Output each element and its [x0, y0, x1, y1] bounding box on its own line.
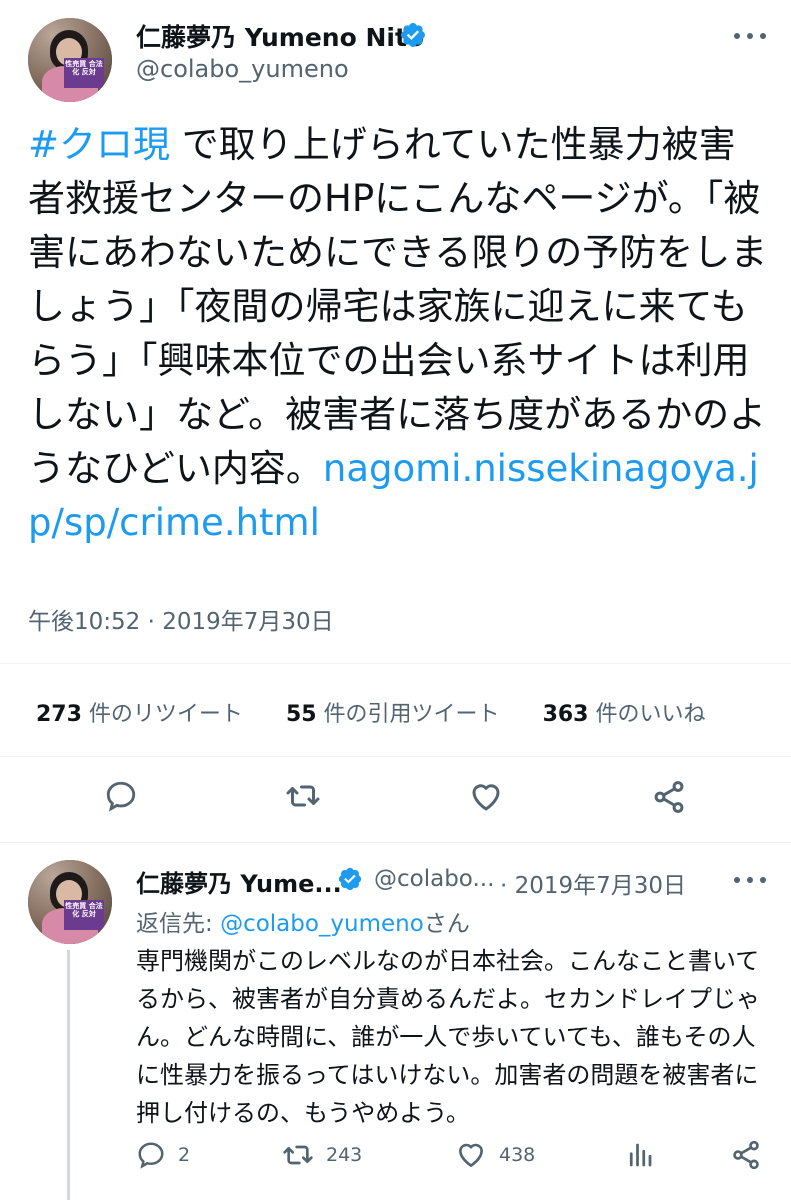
reply-date[interactable]: · 2019年7月30日 — [500, 866, 686, 900]
divider — [0, 756, 791, 757]
retweets-stat[interactable]: 273 件のリツイート — [36, 696, 243, 728]
tweet-body: で取り上げられていた性暴力被害者救援センターのHPにこんなページが。「被害にあわ… — [28, 123, 768, 490]
avatar-sign: 性売買 合法化 反対 — [64, 900, 104, 930]
like-count: 438 — [499, 1144, 536, 1166]
author-handle[interactable]: @colabo_yumeno — [136, 55, 349, 83]
more-icon[interactable] — [730, 24, 770, 48]
reply-to-line: 返信先: @colabo_yumenoさん — [136, 911, 470, 937]
avatar-sign: 性売買 合法化 反対 — [64, 58, 104, 88]
mention-link[interactable]: @colabo_yumeno — [220, 911, 424, 937]
author-avatar[interactable]: 性売買 合法化 反対 — [28, 18, 112, 102]
divider — [0, 842, 791, 843]
share-icon[interactable] — [651, 779, 687, 815]
reply-author-handle[interactable]: @colabo... — [374, 866, 494, 892]
reply-count: 2 — [178, 1144, 191, 1166]
quotes-stat[interactable]: 55 件の引用ツイート — [286, 696, 500, 728]
thread-line — [67, 950, 70, 1200]
more-icon[interactable] — [730, 868, 770, 892]
reply-icon[interactable] — [136, 1140, 166, 1170]
tweet-stats: 273 件のリツイート 55 件の引用ツイート 363 件のいいね — [36, 696, 742, 728]
reply-author-name[interactable]: 仁藤夢乃 Yume... — [136, 864, 342, 899]
divider — [0, 663, 791, 664]
author-name[interactable]: 仁藤夢乃 Yumeno Nito — [136, 18, 424, 54]
share-icon[interactable] — [730, 1139, 762, 1171]
hashtag-link[interactable]: #クロ現 — [28, 123, 170, 166]
retweet-icon[interactable] — [285, 778, 321, 814]
verified-badge-icon — [338, 867, 362, 891]
retweet-count: 243 — [326, 1144, 363, 1166]
analytics-icon[interactable] — [625, 1140, 655, 1170]
verified-badge-icon — [401, 23, 425, 47]
reply-text: 専門機関がこのレベルなのが日本社会。こんなこと書いてるから、被害者が自分責めるん… — [136, 947, 760, 1127]
tweet-timestamp[interactable]: 午後10:52 · 2019年7月30日 — [28, 602, 334, 636]
heart-icon[interactable] — [468, 779, 504, 815]
tweet-text: #クロ現 で取り上げられていた性暴力被害者救援センターのHPにこんなページが。「… — [28, 118, 768, 550]
retweet-icon[interactable] — [282, 1139, 314, 1171]
heart-icon[interactable] — [455, 1139, 487, 1171]
likes-stat[interactable]: 363 件のいいね — [543, 696, 706, 728]
reply-icon[interactable] — [104, 779, 138, 813]
reply-author-avatar[interactable]: 性売買 合法化 反対 — [28, 860, 112, 944]
